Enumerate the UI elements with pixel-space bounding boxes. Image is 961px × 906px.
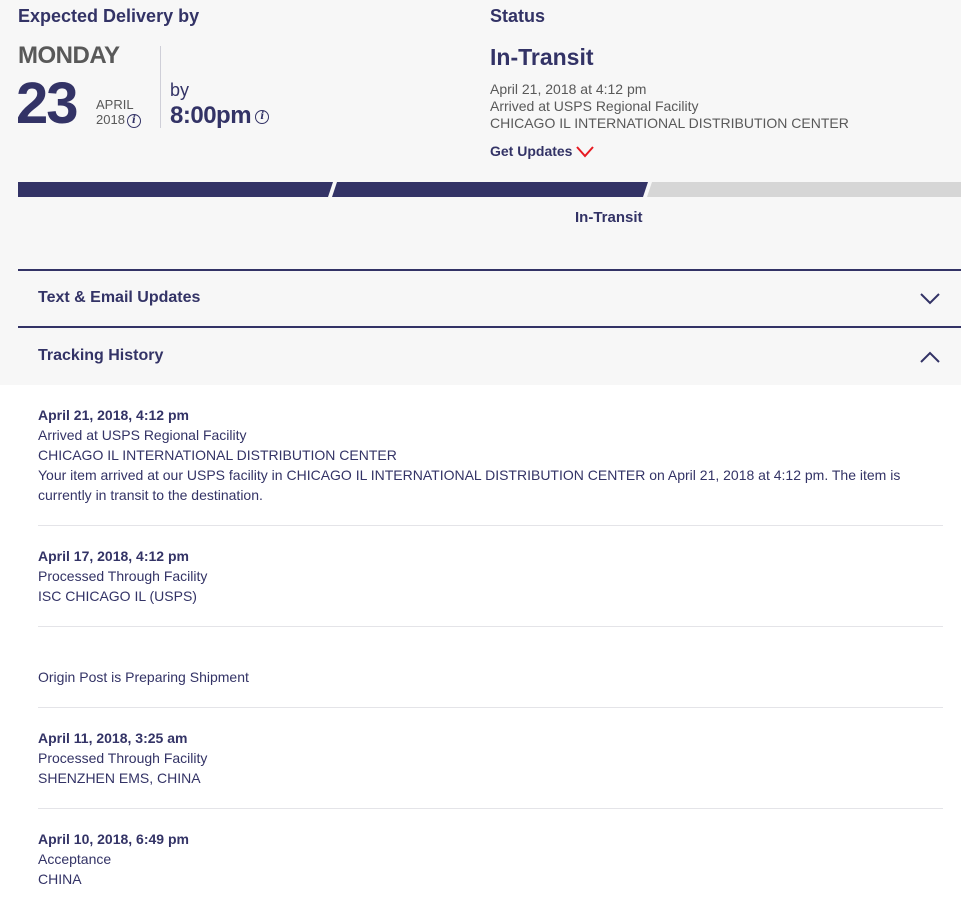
tracking-history-list: April 21, 2018, 4:12 pm Arrived at USPS … bbox=[0, 385, 961, 906]
tracking-history-header[interactable]: Tracking History bbox=[38, 347, 163, 365]
section-divider bbox=[18, 269, 961, 271]
status-event: Arrived at USPS Regional Facility bbox=[490, 98, 699, 114]
history-location: CHINA bbox=[38, 871, 82, 887]
history-divider bbox=[38, 707, 943, 708]
history-item: Origin Post is Preparing Shipment bbox=[38, 667, 918, 687]
history-detail: Your item arrived at our USPS facility i… bbox=[38, 467, 901, 503]
date-divider bbox=[160, 46, 161, 128]
section-divider bbox=[18, 326, 961, 328]
progress-segment-1 bbox=[18, 182, 333, 197]
delivery-day-name: MONDAY bbox=[18, 42, 120, 69]
history-item: April 10, 2018, 6:49 pm Acceptance CHINA bbox=[38, 829, 918, 889]
history-divider bbox=[38, 808, 943, 809]
history-event: Processed Through Facility bbox=[38, 750, 208, 766]
history-event: Arrived at USPS Regional Facility bbox=[38, 427, 247, 443]
delivery-month: APRIL bbox=[96, 97, 134, 112]
status-value: In-Transit bbox=[490, 44, 594, 70]
delivery-time-row: 8:00pm i bbox=[170, 102, 270, 130]
date-info-icon[interactable]: i bbox=[126, 113, 141, 128]
time-info-icon[interactable]: i bbox=[255, 109, 270, 124]
progress-bar bbox=[18, 182, 961, 197]
text-email-updates-header[interactable]: Text & Email Updates bbox=[38, 289, 200, 307]
chevron-down-icon bbox=[576, 146, 595, 158]
expected-delivery-label: Expected Delivery by bbox=[18, 6, 200, 26]
history-divider bbox=[38, 626, 943, 627]
get-updates-label: Get Updates bbox=[490, 143, 573, 159]
history-event: Origin Post is Preparing Shipment bbox=[38, 669, 249, 685]
history-date: April 21, 2018, 4:12 pm bbox=[38, 407, 189, 423]
delivery-year: 2018 bbox=[96, 112, 125, 127]
history-event: Acceptance bbox=[38, 851, 112, 867]
status-location: CHICAGO IL INTERNATIONAL DISTRIBUTION CE… bbox=[490, 115, 849, 131]
delivery-time: 8:00pm bbox=[170, 102, 252, 129]
history-divider bbox=[38, 525, 943, 526]
history-date: April 10, 2018, 6:49 pm bbox=[38, 831, 189, 847]
history-location: ISC CHICAGO IL (USPS) bbox=[38, 588, 197, 604]
chevron-up-icon[interactable] bbox=[919, 350, 941, 364]
history-date: April 17, 2018, 4:12 pm bbox=[38, 548, 189, 564]
history-item: April 17, 2018, 4:12 pm Processed Throug… bbox=[38, 546, 918, 606]
history-location: CHICAGO IL INTERNATIONAL DISTRIBUTION CE… bbox=[38, 447, 397, 463]
delivery-by-label: by bbox=[170, 80, 190, 100]
delivery-day-number: 23 bbox=[16, 71, 78, 136]
status-timestamp: April 21, 2018 at 4:12 pm bbox=[490, 81, 647, 97]
get-updates-button[interactable]: Get Updates bbox=[490, 143, 595, 159]
history-date: April 11, 2018, 3:25 am bbox=[38, 730, 188, 746]
delivery-year-row: 2018 i bbox=[96, 112, 141, 128]
progress-segment-2 bbox=[332, 182, 648, 197]
status-label: Status bbox=[490, 6, 546, 26]
history-item: April 11, 2018, 3:25 am Processed Throug… bbox=[38, 728, 918, 788]
chevron-down-icon[interactable] bbox=[919, 292, 941, 306]
progress-segment-3 bbox=[647, 182, 961, 197]
history-item: April 21, 2018, 4:12 pm Arrived at USPS … bbox=[38, 405, 918, 505]
history-location: SHENZHEN EMS, CHINA bbox=[38, 770, 201, 786]
progress-label: In-Transit bbox=[575, 209, 643, 226]
history-event: Processed Through Facility bbox=[38, 568, 208, 584]
